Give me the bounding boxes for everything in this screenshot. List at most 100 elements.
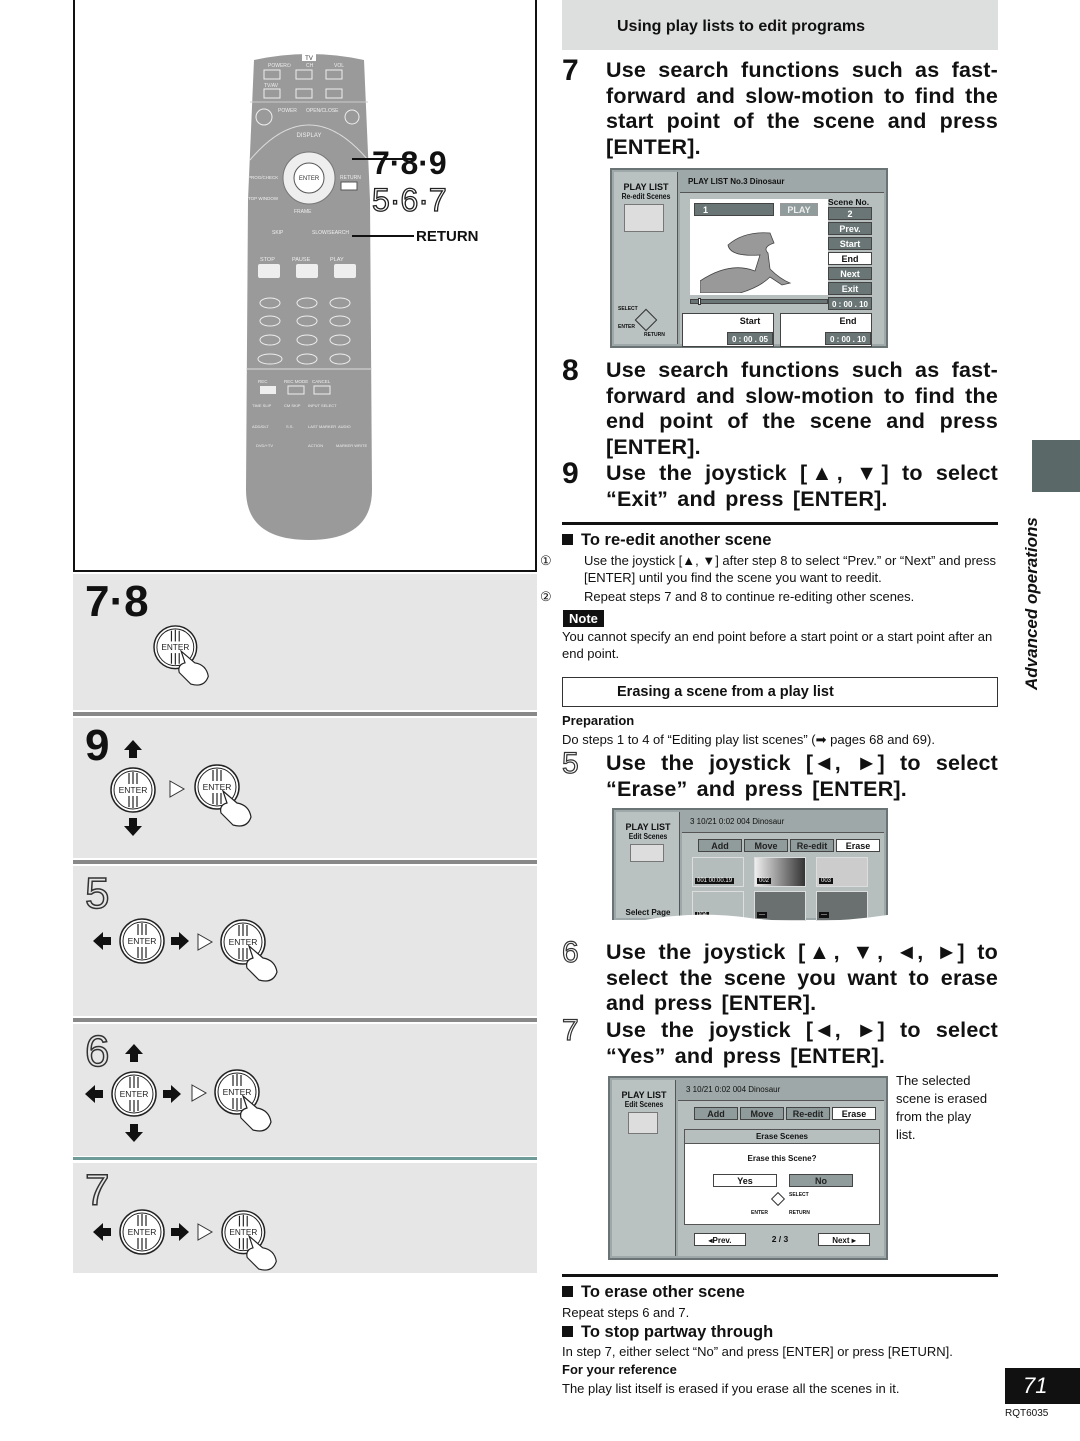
tab-erase[interactable]: Erase (832, 1107, 876, 1120)
tab-reedit[interactable]: Re-edit (786, 1107, 830, 1120)
return-button[interactable] (340, 181, 358, 191)
instruction-panel-9: 9 ENTER ENTER (73, 718, 537, 858)
step-number: 7 (561, 1014, 579, 1047)
remote-label: VOL (334, 63, 344, 69)
enter-press-icon: ENTER (213, 1068, 283, 1134)
remote-label: CANCEL (312, 379, 331, 384)
tab-add[interactable]: Add (694, 1107, 738, 1120)
menu-start-button[interactable]: Start (828, 237, 872, 250)
step-9-reedit: 9 Use the joystick [▲, ▼] to select “Exi… (562, 457, 998, 512)
remote-label: FRAME (294, 209, 312, 215)
erase-dialog: Erase Scenes Erase this Scene? Yes No SE… (684, 1129, 880, 1225)
thumb-label: 001 00:00.19 (695, 878, 735, 884)
remote-label: MARKER WRITE (336, 443, 367, 448)
preparation-text: Do steps 1 to 4 of “Editing play list sc… (562, 732, 935, 747)
remote-label: POWER⏻ (268, 63, 291, 69)
scene-thumbnail[interactable]: 003 (816, 857, 868, 887)
joystick-up-down-icon: ENTER (108, 740, 158, 840)
instruction-panel-6: 6 ENTER ENTER (73, 1024, 537, 1156)
osd-reedit-scenes: PLAY LIST Re-edit Scenes SELECT ENTER RE… (610, 168, 888, 348)
end-label: End (839, 316, 857, 326)
scene-thumbnail[interactable]: 001 00:00.19 (692, 857, 744, 887)
remote-label: AUDIO (338, 424, 351, 429)
item-number: ① (540, 553, 552, 568)
stop-button[interactable] (258, 264, 280, 278)
scene-thumbnail[interactable]: 002 (754, 857, 806, 887)
page-number: 71 (1005, 1368, 1080, 1404)
tab-reedit[interactable]: Re-edit (790, 839, 834, 852)
position-bar[interactable] (690, 298, 828, 305)
start-point-box: Start 0 : 00 . 05 (682, 313, 774, 347)
no-button[interactable]: No (789, 1174, 853, 1187)
video-preview: 1 PLAY (690, 199, 828, 295)
svg-text:ENTER: ENTER (229, 1228, 257, 1237)
dialog-select-label: SELECT (789, 1192, 809, 1198)
step-number: 8 (562, 354, 579, 387)
osd-side-title: PLAY LIST (621, 1090, 667, 1100)
remote-label: OPEN/CLOSE (306, 108, 339, 114)
play-button[interactable] (334, 264, 356, 278)
panel-step-number: 5 (84, 869, 110, 918)
tab-move[interactable]: Move (744, 839, 788, 852)
section-header: Using play lists to edit programs (562, 0, 998, 50)
osd-sidebar: PLAY LIST Edit Scenes (612, 1080, 676, 1256)
osd-enter-label: ENTER (618, 324, 635, 330)
chapter-tab (1032, 440, 1080, 492)
step-number: 9 (562, 457, 579, 490)
instruction-panel-7: 7 ENTER ENTER (73, 1163, 537, 1273)
dialog-return-label: RETURN (789, 1210, 810, 1216)
next-page-button[interactable]: Next ▸ (818, 1233, 870, 1246)
dialog-enter-label: ENTER (751, 1210, 768, 1216)
remote-label: SKIP (272, 230, 284, 236)
step-text: Use search functions such as fast-forwar… (606, 358, 998, 459)
filmstrip-icon (630, 844, 664, 862)
tab-erase[interactable]: Erase (836, 839, 880, 852)
menu-prev-button[interactable]: Prev. (828, 222, 872, 235)
rec-button[interactable] (260, 386, 276, 394)
menu-end-button[interactable]: End (828, 252, 872, 265)
panel-step-number: 7 (84, 1166, 110, 1215)
torn-edge (610, 914, 894, 928)
pause-button[interactable] (296, 264, 318, 278)
reedit-item-1: ① Use the joystick [▲, ▼] after step 8 to… (540, 552, 998, 586)
scene-no-label: Scene No. (828, 197, 870, 207)
svg-text:ENTER: ENTER (119, 785, 148, 795)
prev-page-button[interactable]: ◂Prev. (694, 1233, 746, 1246)
position-time: 0 : 00 . 10 (828, 297, 872, 310)
tab-move[interactable]: Move (740, 1107, 784, 1120)
osd-content: Add Move Re-edit Erase 001 00:00.19 002 … (682, 832, 884, 921)
svg-text:ENTER: ENTER (203, 782, 232, 792)
erase-other-heading: To erase other scene (562, 1283, 745, 1302)
menu-exit-button[interactable]: Exit (828, 282, 872, 295)
menu-next-button[interactable]: Next (828, 267, 872, 280)
erase-other-text: Repeat steps 6 and 7. (562, 1305, 690, 1320)
divider (73, 1018, 537, 1022)
osd-title: PLAY LIST No.3 Dinosaur (688, 177, 785, 186)
joystick-left-right-icon: ENTER (93, 1209, 191, 1255)
panel-step-number: 7·8 (85, 577, 149, 626)
section-rule (562, 1274, 998, 1277)
dialog-title: Erase Scenes (685, 1130, 879, 1144)
remote-label: PLAY (330, 257, 344, 263)
remote-label: LAST MARKER (308, 424, 336, 429)
tab-add[interactable]: Add (698, 839, 742, 852)
step-6-erase: 6 Use the joystick [▲, ▼, ◄, ►] to selec… (561, 936, 998, 1017)
remote-label: TIME SLIP (252, 403, 272, 408)
remote-control-illustration: TV POWER⏻ CH VOL TV/AV POWER OPEN/CLOSE … (246, 50, 372, 540)
remote-label: POWER (278, 108, 297, 114)
page-indicator: 2 / 3 (771, 1234, 789, 1244)
yes-button[interactable]: Yes (713, 1174, 777, 1187)
callout-return: RETURN (416, 228, 479, 245)
remote-label: CM SKIP (284, 403, 301, 408)
step-8-reedit: 8 Use search functions such as fast-forw… (562, 354, 998, 460)
stop-partway-text: In step 7, either select “No” and press … (562, 1344, 953, 1359)
step-number: 6 (561, 936, 579, 969)
preparation-label: Preparation (562, 713, 635, 728)
position-marker[interactable] (697, 298, 701, 305)
osd-side-subtitle: Re-edit Scenes (621, 192, 671, 201)
instruction-panel-5: 5 ENTER ENTER (73, 866, 537, 1016)
remote-tv-label: TV (305, 56, 313, 62)
joystick-icon (634, 308, 658, 332)
callout-steps-789: 7·8·9 (372, 145, 447, 181)
erased-caption: The selected scene is erased from the pl… (896, 1073, 988, 1142)
